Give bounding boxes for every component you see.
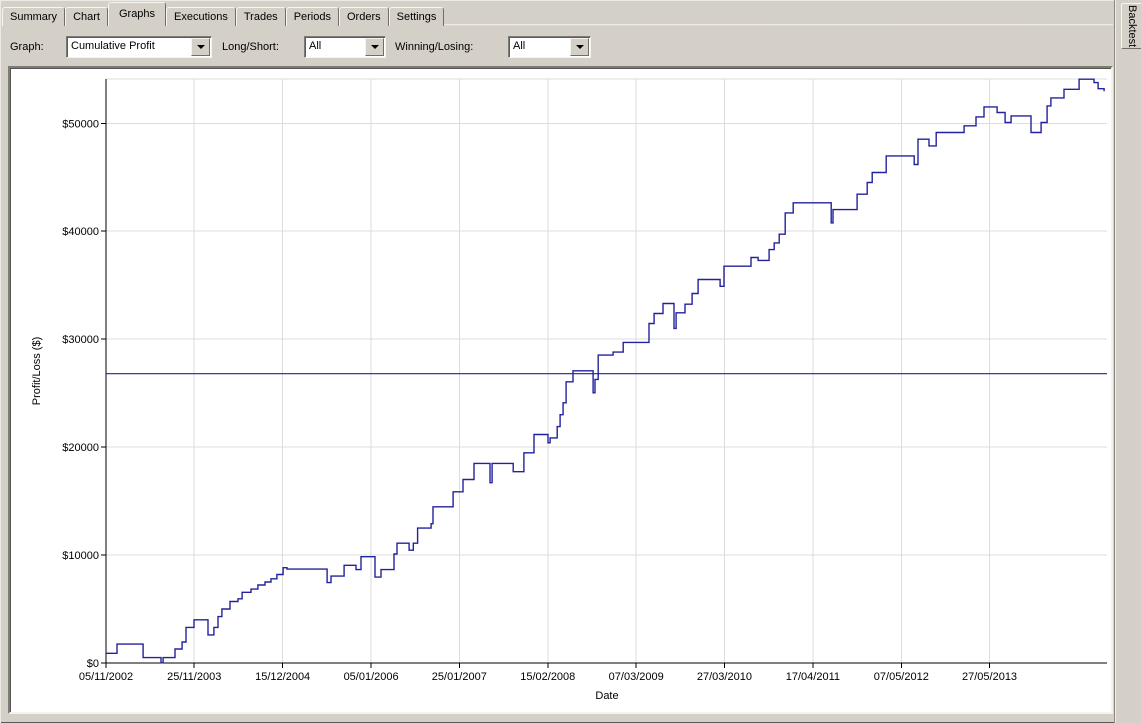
- tab-graphs[interactable]: Graphs: [108, 2, 166, 26]
- right-panel-rail: [1114, 0, 1141, 723]
- svg-text:$40000: $40000: [62, 226, 99, 238]
- tab-bar: SummaryChartGraphsExecutionsTradesPeriod…: [2, 2, 444, 26]
- svg-text:$20000: $20000: [62, 442, 99, 454]
- long-short-label: Long/Short:: [222, 41, 279, 53]
- chevron-down-icon[interactable]: [365, 38, 384, 56]
- svg-text:27/05/2013: 27/05/2013: [962, 671, 1017, 683]
- backtest-window: SummaryChartGraphsExecutionsTradesPeriod…: [0, 0, 1141, 723]
- cumulative-profit-chart: $0 $10000 $20000 $30000 $40000 $50000 05/11/20…: [8, 66, 1113, 714]
- tab-settings[interactable]: Settings: [389, 7, 445, 26]
- svg-text:Profit/Loss ($): Profit/Loss ($): [31, 337, 43, 405]
- graph-dropdown[interactable]: Cumulative Profit: [66, 36, 212, 58]
- winning-losing-dropdown[interactable]: All: [508, 36, 591, 58]
- long-short-dropdown[interactable]: All: [304, 36, 386, 58]
- svg-text:15/02/2008: 15/02/2008: [520, 671, 575, 683]
- chevron-down-icon[interactable]: [570, 38, 589, 56]
- svg-text:17/04/2011: 17/04/2011: [786, 671, 840, 683]
- tab-summary[interactable]: Summary: [2, 7, 65, 26]
- winning-losing-dropdown-value: All: [509, 37, 569, 57]
- svg-text:$10000: $10000: [62, 550, 99, 562]
- svg-text:25/01/2007: 25/01/2007: [432, 671, 487, 683]
- profit-chart-svg: $0 $10000 $20000 $30000 $40000 $50000 05/11/20…: [10, 68, 1107, 708]
- winning-losing-label: Winning/Losing:: [395, 41, 473, 53]
- graph-label: Graph:: [10, 41, 44, 53]
- tab-chart[interactable]: Chart: [65, 7, 108, 26]
- svg-text:$0: $0: [87, 658, 99, 670]
- svg-text:07/03/2009: 07/03/2009: [609, 671, 664, 683]
- svg-text:Date: Date: [595, 690, 618, 702]
- chevron-down-icon[interactable]: [191, 38, 210, 56]
- long-short-dropdown-value: All: [305, 37, 364, 57]
- tab-trades[interactable]: Trades: [236, 7, 286, 26]
- svg-text:$50000: $50000: [62, 118, 99, 130]
- svg-text:15/12/2004: 15/12/2004: [255, 671, 310, 683]
- backtest-side-tab[interactable]: Backtest: [1121, 3, 1141, 49]
- tab-periods[interactable]: Periods: [286, 7, 339, 26]
- svg-text:07/05/2012: 07/05/2012: [874, 671, 929, 683]
- graph-dropdown-value: Cumulative Profit: [67, 37, 190, 57]
- tab-orders[interactable]: Orders: [339, 7, 389, 26]
- svg-text:$30000: $30000: [62, 334, 99, 346]
- svg-text:05/01/2006: 05/01/2006: [344, 671, 399, 683]
- tab-executions[interactable]: Executions: [166, 7, 236, 26]
- svg-text:05/11/2002: 05/11/2002: [79, 671, 133, 683]
- svg-text:27/03/2010: 27/03/2010: [697, 671, 752, 683]
- svg-text:25/11/2003: 25/11/2003: [167, 671, 221, 683]
